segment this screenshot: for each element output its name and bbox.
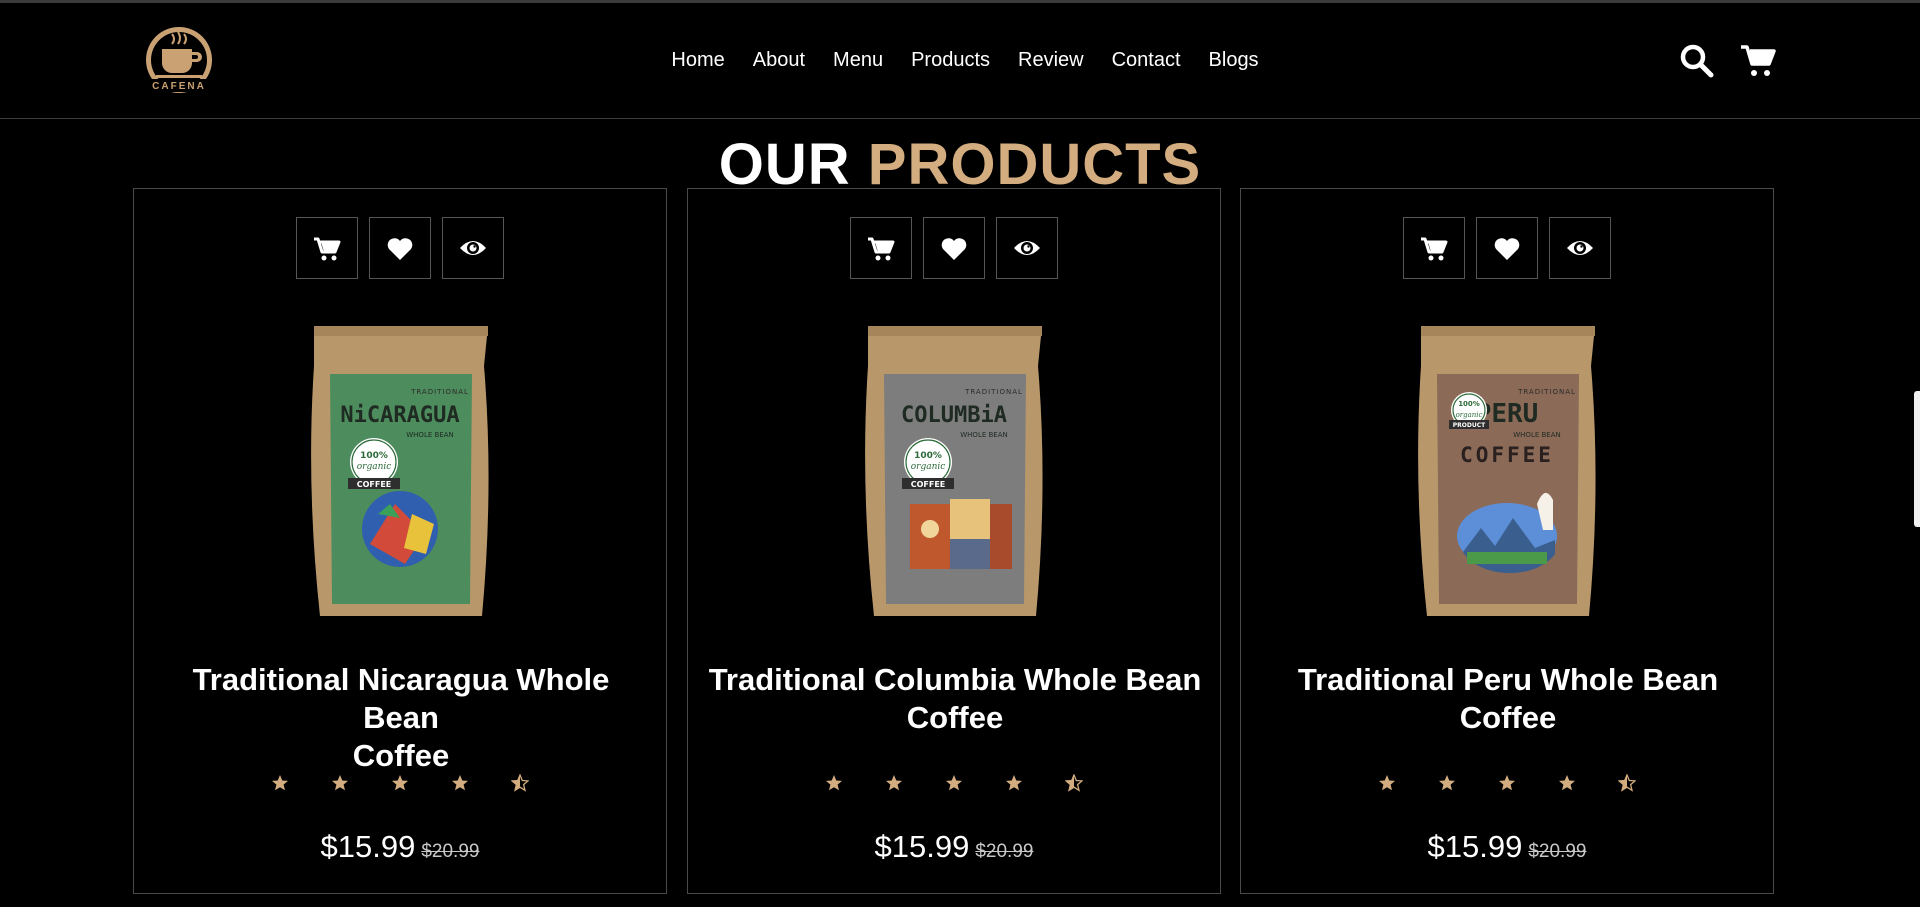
nav-review[interactable]: Review [1018,49,1084,72]
cart-icon [1421,237,1448,261]
svg-text:COFFEE: COFFEE [357,480,392,489]
eye-button[interactable] [996,217,1058,279]
product-actions [134,217,666,279]
product-card: TRADITIONAL NiCARAGUA WHOLE BEAN 100% or… [133,188,667,894]
heart-button[interactable] [923,217,985,279]
product-actions [688,217,1220,279]
product-card: TRADITIONAL COLUMBiA WHOLE BEAN 100% org… [687,188,1221,894]
original-price: $20.99 [1528,841,1587,862]
eye-icon [460,241,486,255]
nav-products[interactable]: Products [911,49,990,72]
product-image: TRADITIONAL PERU WHOLE BEAN COFFEE 100% … [1418,326,1596,616]
section-heading-main: OUR [718,132,851,198]
star-icon [1559,775,1575,791]
star-icon [826,775,842,791]
heart-icon [941,238,967,260]
product-price: $15.99 $20.99 [134,829,666,865]
svg-text:NiCARAGUA: NiCARAGUA [340,403,459,428]
search-icon[interactable] [1679,43,1715,79]
section-heading-accent: PRODUCTS [867,132,1202,198]
nav-menu[interactable]: Menu [833,49,883,72]
svg-text:PRODUCT: PRODUCT [1453,422,1486,429]
product-title-line: Traditional Nicaragua Whole Bean [192,662,610,735]
current-price: $15.99 [1427,829,1523,864]
eye-button[interactable] [442,217,504,279]
star-icon [1439,775,1455,791]
svg-text:WHOLE BEAN: WHOLE BEAN [406,431,454,439]
product-title[interactable]: Traditional Columbia Whole Bean Coffee [708,661,1202,737]
half-star-icon [511,774,529,792]
product-price: $15.99 $20.99 [688,829,1220,865]
star-icon [452,775,468,791]
product-title-line: Traditional Columbia Whole Bean [708,662,1202,697]
heart-button[interactable] [369,217,431,279]
star-icon [886,775,902,791]
svg-text:TRADITIONAL: TRADITIONAL [1517,388,1576,396]
heart-icon [1494,238,1520,260]
nav-contact[interactable]: Contact [1112,49,1181,72]
cart-icon [314,237,341,261]
star-icon [332,775,348,791]
product-grid: TRADITIONAL NiCARAGUA WHOLE BEAN 100% or… [133,188,1777,894]
product-title-line: Coffee [1459,700,1557,735]
product-title-line: Coffee [906,700,1004,735]
cart-button[interactable] [850,217,912,279]
eye-icon [1567,241,1593,255]
nav-about[interactable]: About [753,49,805,72]
current-price: $15.99 [874,829,970,864]
svg-text:TRADITIONAL: TRADITIONAL [964,388,1023,396]
nav-home[interactable]: Home [671,49,724,72]
product-title-line: Traditional Peru Whole Bean [1297,662,1719,697]
svg-text:WHOLE BEAN: WHOLE BEAN [960,431,1008,439]
svg-text:organic: organic [357,462,392,472]
svg-text:100%: 100% [360,451,388,461]
star-icon [1499,775,1515,791]
product-price: $15.99 $20.99 [1241,829,1773,865]
product-image: TRADITIONAL COLUMBiA WHOLE BEAN 100% org… [865,326,1043,616]
star-icon [946,775,962,791]
svg-text:organic: organic [1456,411,1483,419]
nav-blogs[interactable]: Blogs [1209,49,1259,72]
original-price: $20.99 [421,841,480,862]
star-rating [688,774,1220,792]
half-star-icon [1065,774,1083,792]
product-title[interactable]: Traditional Nicaragua Whole Bean Coffee [154,661,648,775]
svg-text:WHOLE BEAN: WHOLE BEAN [1513,431,1561,439]
svg-text:TRADITIONAL: TRADITIONAL [410,388,469,396]
main-nav: Home About Menu Products Review Contact … [0,3,1920,118]
svg-text:COFFEE: COFFEE [1460,443,1554,467]
product-title-line: Coffee [352,738,450,773]
svg-text:organic: organic [911,462,946,472]
half-star-icon [1618,774,1636,792]
product-actions [1241,217,1773,279]
star-icon [1379,775,1395,791]
eye-button[interactable] [1549,217,1611,279]
star-icon [272,775,288,791]
product-card: TRADITIONAL PERU WHOLE BEAN COFFEE 100% … [1240,188,1774,894]
star-icon [392,775,408,791]
section-heading: OUR PRODUCTS [0,130,1920,200]
cart-icon[interactable] [1740,43,1776,79]
svg-text:COFFEE: COFFEE [911,480,946,489]
svg-text:100%: 100% [1458,400,1480,408]
current-price: $15.99 [320,829,416,864]
svg-text:100%: 100% [914,451,942,461]
heart-button[interactable] [1476,217,1538,279]
star-rating [1241,774,1773,792]
svg-text:COLUMBiA: COLUMBiA [901,403,1007,428]
scrollbar-thumb[interactable] [1914,391,1920,527]
heart-icon [387,238,413,260]
eye-icon [1014,241,1040,255]
cart-button[interactable] [296,217,358,279]
product-title[interactable]: Traditional Peru Whole Bean Coffee [1261,661,1755,737]
product-image: TRADITIONAL NiCARAGUA WHOLE BEAN 100% or… [311,326,489,616]
star-rating [134,774,666,792]
star-icon [1006,775,1022,791]
site-header: CAFENA Home About Menu Products Review C… [0,3,1920,119]
cart-icon [868,237,895,261]
original-price: $20.99 [975,841,1034,862]
cart-button[interactable] [1403,217,1465,279]
